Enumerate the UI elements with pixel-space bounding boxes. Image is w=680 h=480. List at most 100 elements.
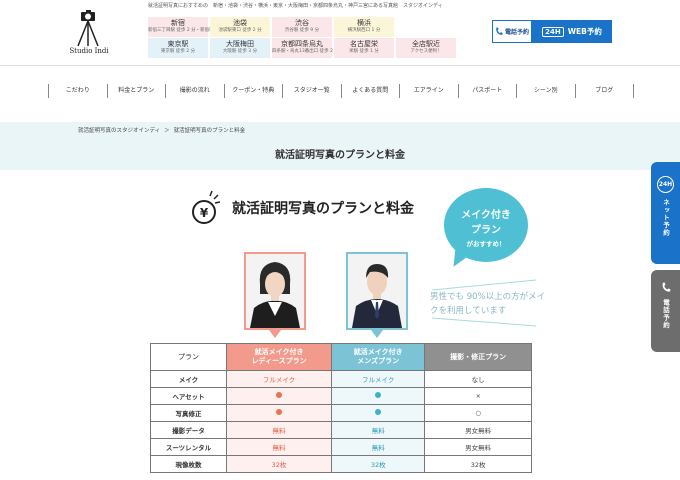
table-row: ヘアセット × [150,387,532,405]
cell-mens [331,387,426,405]
station-access: 大阪駅 徒歩 3 分 [222,49,258,54]
station-name: 横浜 [357,19,371,27]
cell-other: 32枚 [424,455,532,473]
table-row: メイク フルメイク フルメイク なし [150,370,532,388]
nav-item-blog[interactable]: ブログ [574,84,634,98]
cell-other: なし [424,370,532,388]
side-tel-reserve-tab[interactable]: 電話予約 [651,270,680,352]
mens-sample-photo [346,252,408,330]
nav-item-plans[interactable]: 料金とプラン [106,84,166,98]
cell-other: 男女無料 [424,438,532,456]
global-nav: こだわり 料金とプラン 撮影の流れ クーポン・特典 スタジオ一覧 よくある質問 … [48,84,634,98]
cell-ladies: フルメイク [225,370,333,388]
cell-ladies [225,404,333,422]
accent-lines [431,279,537,327]
breadcrumb-separator: ＞ [164,128,170,134]
station-access: アクセス便利！ [410,49,442,54]
tel-reserve-button[interactable]: 電話予約 [492,20,532,43]
bubble-line3: がおすすめ！ [466,240,506,248]
section-title: 就活証明写真のプランと料金 [232,201,414,217]
table-row: 現像枚数 32枚 32枚 32枚 [150,455,532,473]
station-nagoya[interactable]: 名古屋栄 栄駅 徒歩 1 分 [334,38,394,58]
nav-item-faq[interactable]: よくある質問 [340,84,400,98]
station-access: 横浜駅西口 1 分 [347,28,381,33]
bubble-line2: プラン [471,225,501,236]
station-list: 新宿 新宿三丁目駅 徒歩 2 分・新宿駅徒歩 9 分 池袋 池袋駅東口 徒歩 2 分… [148,17,456,59]
cell-other: 男女無料 [424,421,532,439]
station-all-near[interactable]: 全店駅近 アクセス便利！ [396,38,456,58]
station-name: 池袋 [233,19,247,27]
web-reserve-button[interactable]: 24H WEB予約 [532,20,612,43]
nav-item-kodawari[interactable]: こだわり [48,84,107,98]
station-name: 東京駅 [167,40,189,48]
phone-icon [496,27,503,35]
bubble-line1: メイク付き [461,210,511,221]
station-osaka-umeda[interactable]: 大阪梅田 大阪駅 徒歩 3 分 [210,38,270,58]
site-header: 就活証明写真におすすめの 新宿・池袋・渋谷・横浜・東京・大阪梅田・京都四条烏丸・… [0,0,680,66]
cell-mens [331,404,426,422]
cell-ladies: 32枚 [225,455,333,473]
breadcrumb-current: 就活証明写真のプランと料金 [173,128,246,134]
included-dot-icon [276,409,283,415]
cell-mens: 32枚 [331,455,426,473]
studio-logo[interactable]: Studio Indi [66,10,112,56]
column-header-shoot-retouch[interactable]: 撮影・修正プラン [424,343,532,371]
nav-item-studios[interactable]: スタジオ一覧 [282,84,341,98]
column-header-ladies[interactable]: 就活メイク付き レディースプラン [225,343,333,371]
page-title: 就活証明写真のプランと料金 [275,150,405,161]
cell-ladies [225,387,333,405]
station-yokohama[interactable]: 横浜 横浜駅西口 1 分 [334,17,394,37]
24h-badge: 24H [542,26,564,37]
cell-ladies: 無料 [225,438,333,456]
breadcrumb: 就活証明写真のスタジオインディ ＞ 就活証明写真のプランと料金 [78,126,245,134]
station-access: 東京駅 徒歩 2 分 [160,49,196,54]
included-dot-icon [375,409,382,415]
table-row: 写真修正 ○ [150,404,532,422]
station-name: 京都四条烏丸 [281,40,323,48]
svg-text:¥: ¥ [200,206,209,220]
station-name: 全店駅近 [412,40,440,48]
table-row: スーツレンタル 無料 無料 男女無料 [150,438,532,456]
station-ikebukuro[interactable]: 池袋 池袋駅東口 徒歩 2 分 [210,17,270,37]
station-name: 渋谷 [295,19,309,27]
recommend-bubble: メイク付き プラン がおすすめ！ [444,188,528,262]
breadcrumb-home-link[interactable]: 就活証明写真のスタジオインディ [78,126,160,134]
included-dot-icon [276,392,283,398]
station-access: 栄駅 徒歩 1 分 [349,49,379,54]
cell-mens: フルメイク [331,370,426,388]
plan-comparison-table: プラン 就活メイク付き レディースプラン 就活メイク付き メンズプラン 撮影・修… [150,343,532,473]
ladies-photo-pointer [269,330,281,338]
row-label: 現像枚数 [150,455,227,473]
station-tokyo[interactable]: 東京駅 東京駅 徒歩 2 分 [148,38,208,58]
section-heading: ¥ 就活証明写真のプランと料金 [190,190,414,226]
column-header-plan: プラン [150,343,227,371]
station-name: 新宿 [171,19,185,27]
nav-item-passport[interactable]: パスポート [457,84,517,98]
woman-portrait-image [246,254,304,328]
nav-item-airline[interactable]: エアライン [399,84,458,98]
nav-item-coupon[interactable]: クーポン・特典 [223,84,283,98]
row-label: ヘアセット [150,387,227,405]
cell-mens: 無料 [331,421,426,439]
man-portrait-image [348,254,406,328]
station-shinjuku[interactable]: 新宿 新宿三丁目駅 徒歩 2 分・新宿駅徒歩 9 分 [148,17,233,37]
column-header-mens[interactable]: 就活メイク付き メンズプラン [331,343,426,371]
web-reserve-label: WEB予約 [567,27,602,36]
station-shibuya[interactable]: 渋谷 渋谷駅 徒歩 9 分 [272,17,332,37]
cell-ladies: 無料 [225,421,333,439]
nav-item-flow[interactable]: 撮影の流れ [165,84,224,98]
included-dot-icon [375,392,382,398]
station-kyoto[interactable]: 京都四条烏丸 四条駅・烏丸13番出口 徒歩 2 分 [272,38,339,58]
station-access: 渋谷駅 徒歩 9 分 [284,28,320,33]
mens-photo-pointer [371,330,383,338]
row-label: 写真修正 [150,404,227,422]
cell-other: × [424,387,532,405]
phone-icon [662,282,670,292]
site-tagline: 就活証明写真におすすめの 新宿・池袋・渋谷・横浜・東京・大阪梅田・京都四条烏丸・… [148,3,443,9]
station-access: 池袋駅東口 徒歩 2 分 [218,28,262,33]
nav-item-scenes[interactable]: シーン別 [516,84,575,98]
side-net-reserve-label: ネット予約 [661,199,670,237]
row-label: スーツレンタル [150,438,227,456]
row-label: メイク [150,370,227,388]
side-net-reserve-tab[interactable]: 24H ネット予約 [651,162,680,264]
